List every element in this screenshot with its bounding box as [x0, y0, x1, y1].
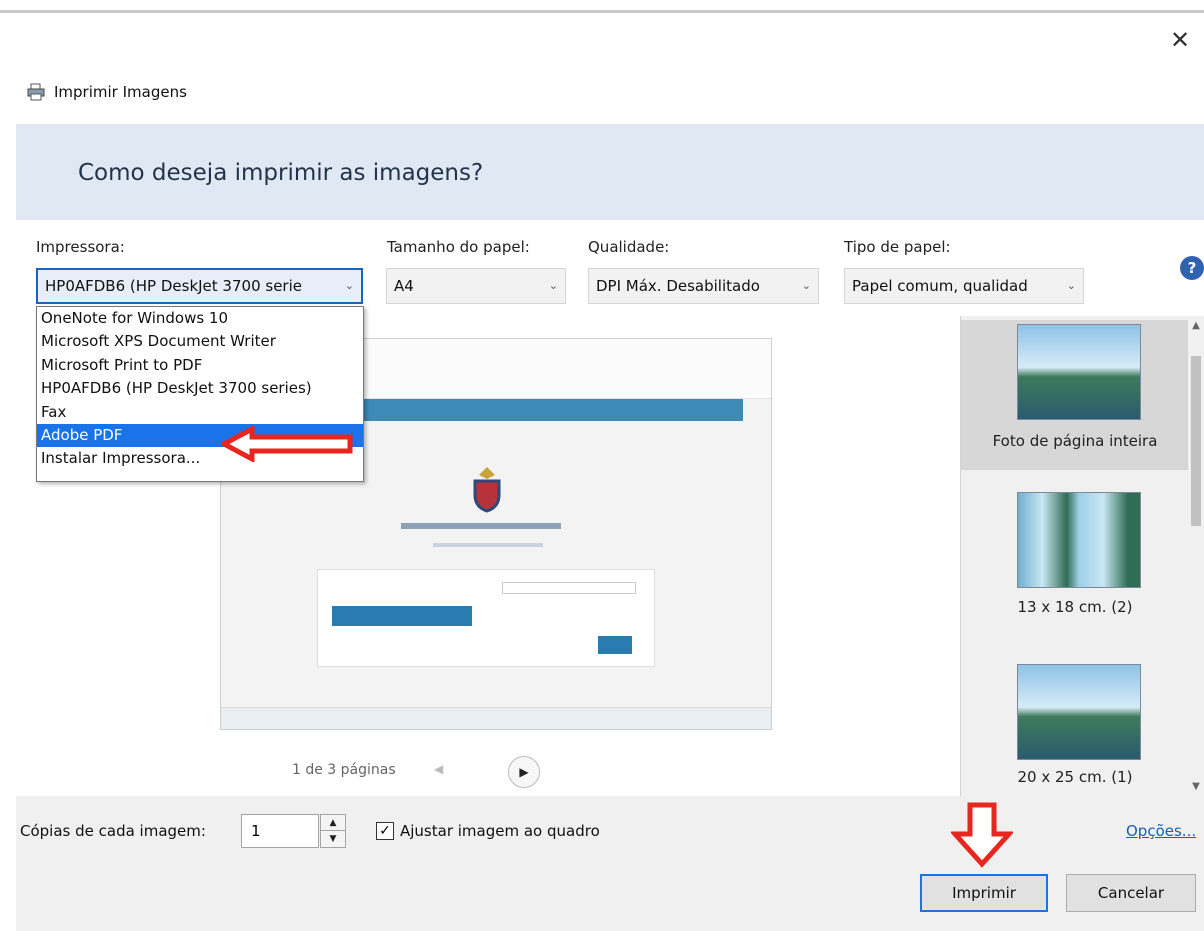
printer-option[interactable]: HP0AFDB6 (HP DeskJet 3700 series): [37, 377, 363, 400]
chevron-down-icon: ⌄: [548, 279, 558, 292]
cancel-button[interactable]: Cancelar: [1066, 874, 1196, 912]
layout-scrollbar[interactable]: ▲ ▼: [1188, 316, 1204, 796]
page-title: Como deseja imprimir as imagens?: [78, 160, 484, 186]
printer-option[interactable]: Fax: [37, 401, 363, 424]
paper-size-value: A4: [394, 277, 414, 295]
paper-size-select[interactable]: A4 ⌄: [386, 268, 566, 304]
chevron-down-icon: ⌄: [801, 279, 811, 292]
close-icon[interactable]: ✕: [1168, 28, 1192, 52]
chevron-down-icon: ⌄: [1066, 279, 1076, 292]
previous-page-icon[interactable]: ◀: [434, 762, 443, 776]
copies-input[interactable]: 1: [241, 814, 319, 848]
printer-select-value: HP0AFDB6 (HP DeskJet 3700 serie: [45, 277, 302, 295]
copies-stepper[interactable]: ▲ ▼: [320, 814, 346, 848]
next-page-button[interactable]: ▶: [508, 756, 540, 788]
layout-thumbnail: [1017, 324, 1141, 420]
scroll-up-icon[interactable]: ▲: [1188, 320, 1204, 331]
preview-login-card: [317, 569, 655, 667]
fit-image-checkbox[interactable]: ✓: [376, 822, 394, 840]
help-icon[interactable]: ?: [1180, 256, 1204, 280]
print-button[interactable]: Imprimir: [920, 874, 1048, 912]
preview-card-submit: [598, 636, 632, 654]
printer-select[interactable]: HP0AFDB6 (HP DeskJet 3700 serie ⌄: [36, 268, 363, 304]
header-banner: Como deseja imprimir as imagens?: [16, 124, 1204, 220]
window-title: Imprimir Imagens: [54, 83, 187, 101]
page-counter: 1 de 3 páginas: [292, 762, 396, 778]
layout-item-full-page[interactable]: Foto de página inteira: [961, 320, 1189, 470]
quality-value: DPI Máx. Desabilitado: [596, 277, 760, 295]
layout-caption: 13 x 18 cm. (2): [1017, 598, 1133, 616]
preview-logo-icon: [473, 467, 501, 513]
spin-up-icon[interactable]: ▲: [321, 815, 345, 831]
preview-card-field: [502, 582, 636, 594]
quality-select[interactable]: DPI Máx. Desabilitado ⌄: [588, 268, 819, 304]
fit-image-label: Ajustar imagem ao quadro: [400, 822, 600, 840]
layout-item-20x25[interactable]: 20 x 25 cm. (1): [961, 660, 1189, 796]
layout-list: Foto de página inteira 13 x 18 cm. (2) 2…: [960, 316, 1189, 796]
scroll-down-icon[interactable]: ▼: [1188, 781, 1204, 792]
annotation-arrow-left-icon: [222, 426, 353, 462]
layout-item-13x18[interactable]: 13 x 18 cm. (2): [961, 488, 1189, 638]
copies-label: Cópias de cada imagem:: [20, 822, 206, 840]
paper-type-select[interactable]: Papel comum, qualidad ⌄: [844, 268, 1084, 304]
layout-caption: Foto de página inteira: [992, 432, 1158, 450]
printer-option[interactable]: Microsoft Print to PDF: [37, 354, 363, 377]
paper-size-label: Tamanho do papel:: [387, 238, 530, 256]
printer-label: Impressora:: [36, 238, 125, 256]
preview-nav-bar: [351, 399, 743, 421]
top-border: [0, 10, 1204, 13]
spin-down-icon[interactable]: ▼: [321, 831, 345, 847]
layout-thumbnail: [1017, 664, 1141, 760]
preview-taskbar: [221, 707, 771, 729]
printer-option[interactable]: Microsoft XPS Document Writer: [37, 330, 363, 353]
paper-type-label: Tipo de papel:: [844, 238, 951, 256]
preview-subheading: [433, 543, 543, 547]
layout-caption: 20 x 25 cm. (1): [1017, 768, 1133, 786]
layout-thumbnail: [1017, 492, 1141, 588]
window-titlebar: Imprimir Imagens: [26, 80, 187, 104]
scroll-thumb[interactable]: [1191, 356, 1201, 526]
printer-icon: [27, 83, 45, 101]
chevron-down-icon: ⌄: [344, 279, 354, 292]
options-link[interactable]: Opções...: [1126, 822, 1196, 840]
preview-card-button: [332, 606, 472, 626]
quality-label: Qualidade:: [588, 238, 670, 256]
preview-heading: [401, 523, 561, 529]
paper-type-value: Papel comum, qualidad: [852, 277, 1028, 295]
annotation-arrow-down-icon: [951, 802, 1013, 868]
printer-option[interactable]: OneNote for Windows 10: [37, 307, 363, 330]
